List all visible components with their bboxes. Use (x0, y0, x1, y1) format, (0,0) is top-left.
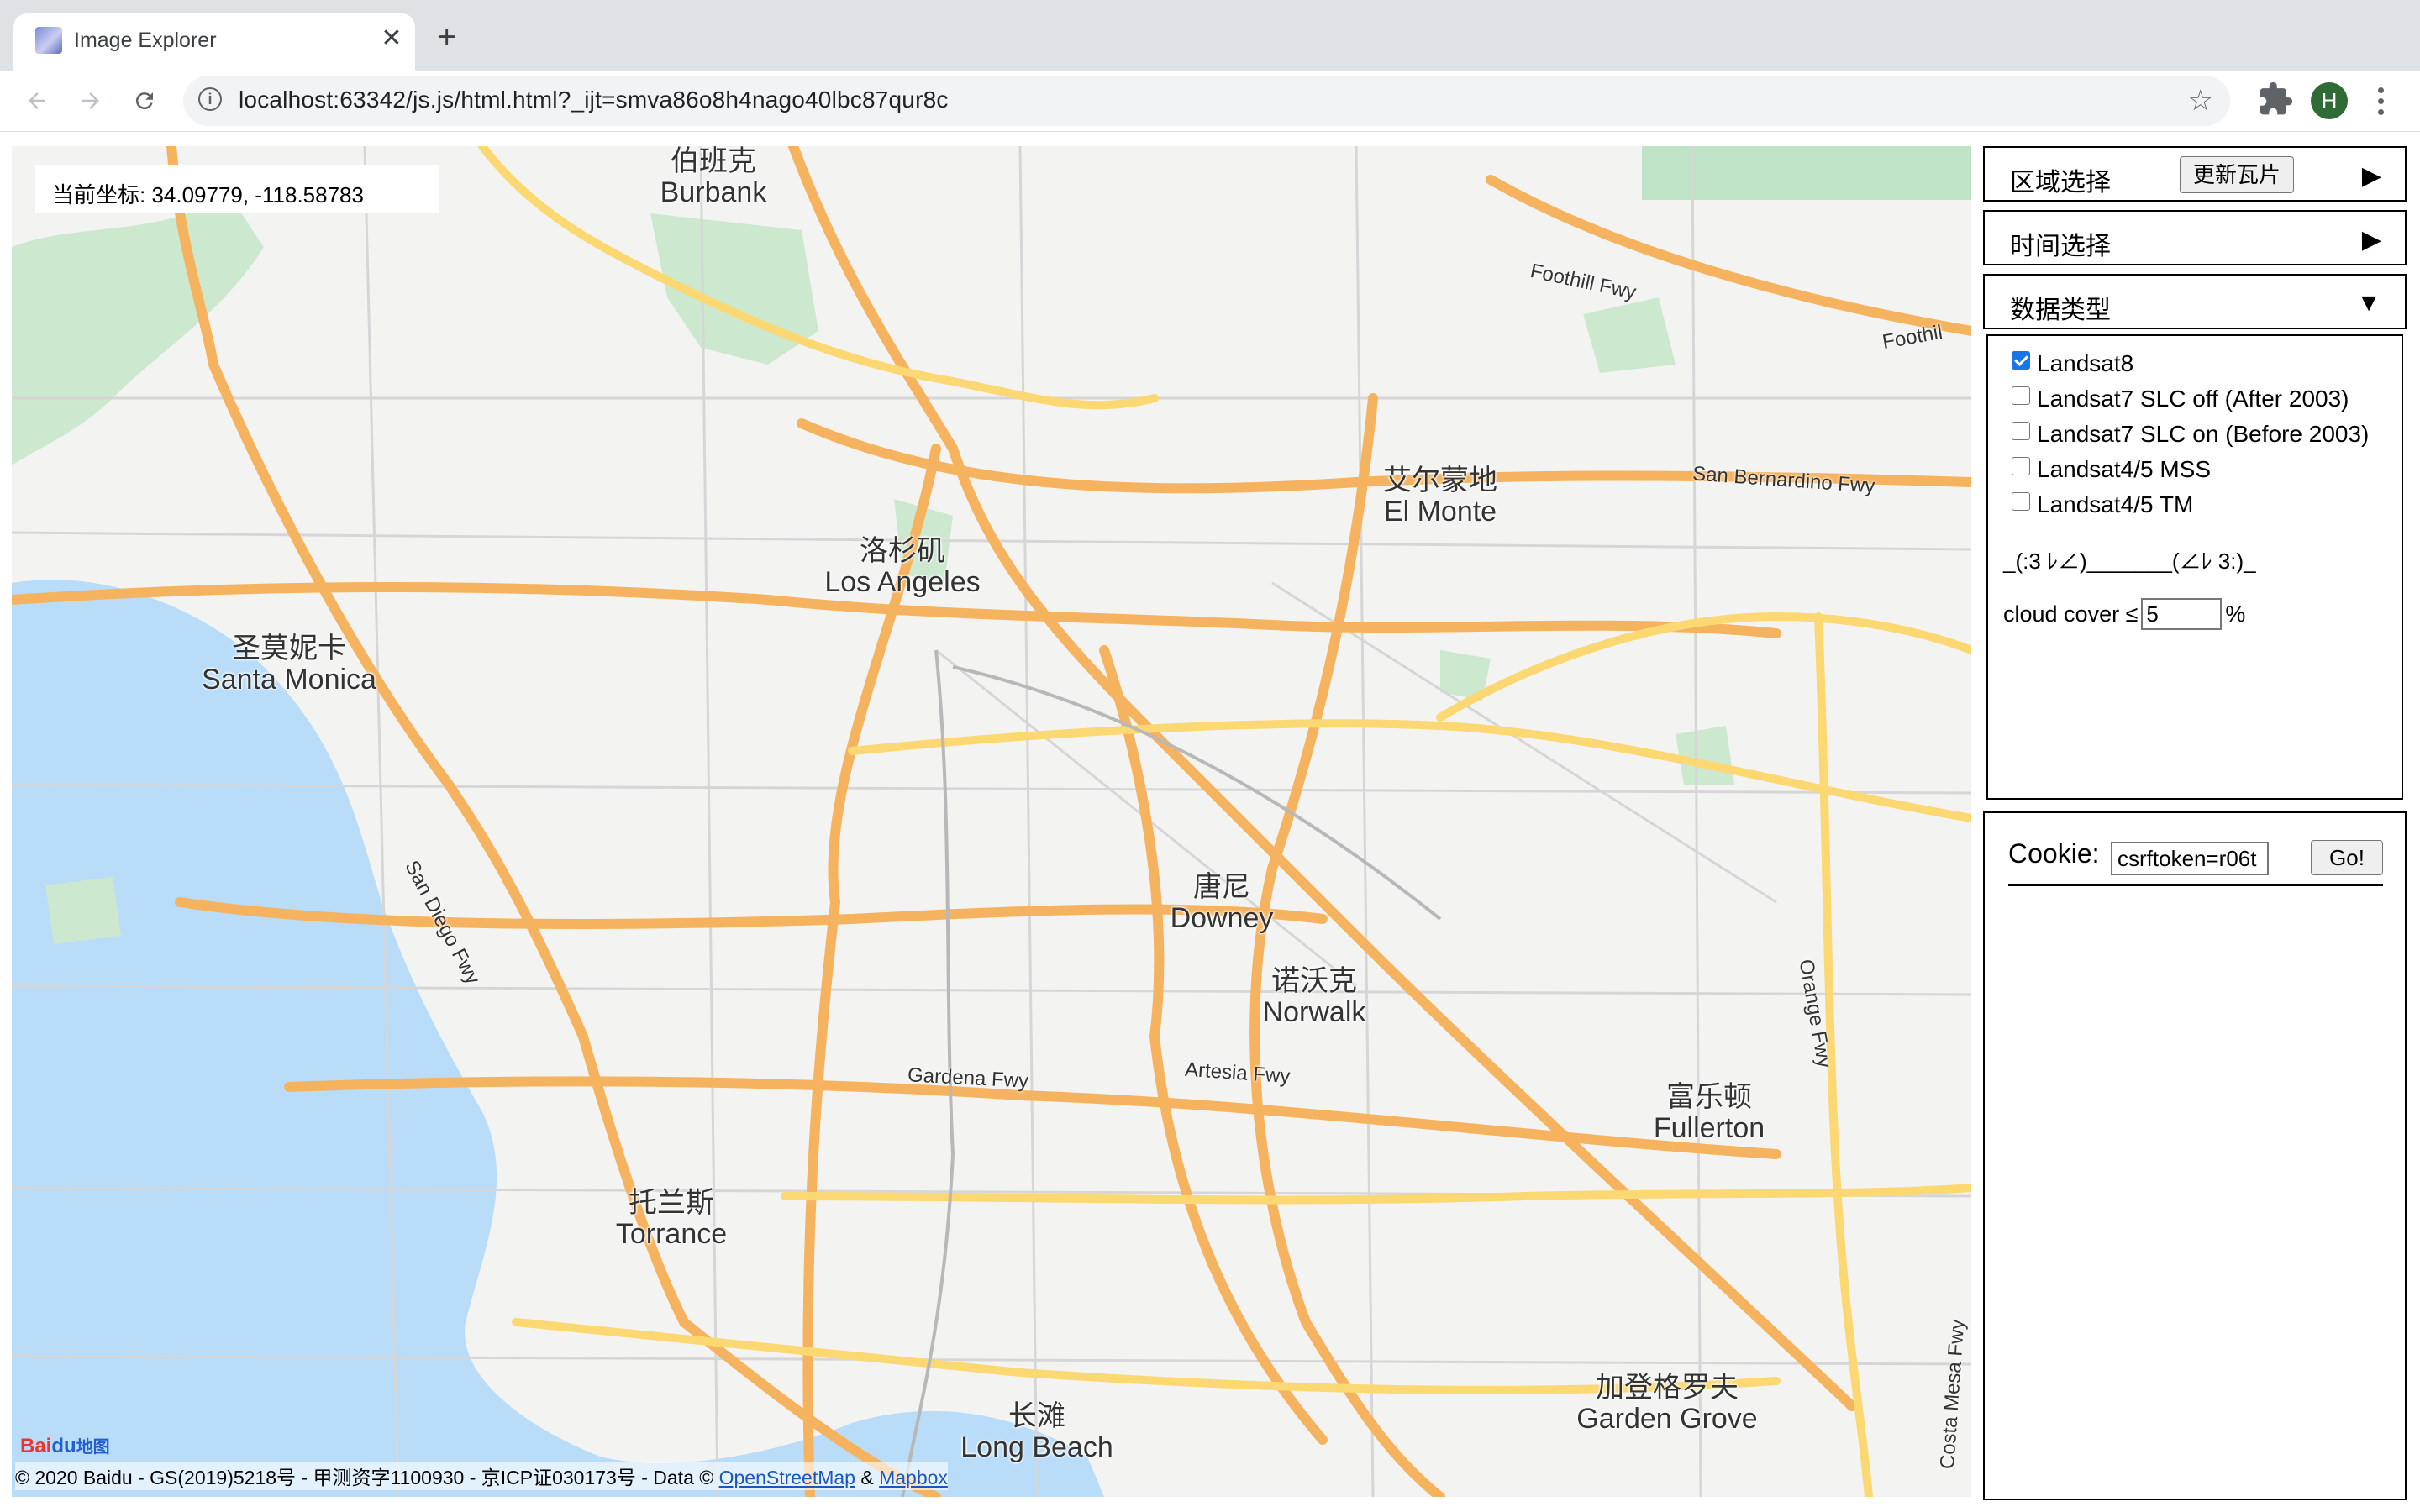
kaomoji-divider: _(:3 ﾚ∠)_______(∠ﾚ 3:)_ (2003, 549, 2256, 574)
info-icon[interactable]: i (198, 87, 222, 111)
data-type-title: 数据类型 (2010, 297, 2111, 324)
city-label-torrance: 托兰斯 Torrance (615, 1187, 728, 1251)
url-text[interactable]: localhost:63342/js.js/html.html?_ijt=smv… (239, 87, 949, 113)
browser-menu-icon[interactable] (2368, 81, 2393, 121)
go-button[interactable]: Go! (2311, 840, 2383, 875)
forward-arrow-icon (82, 92, 99, 109)
city-label-santa-monica: 圣莫妮卡 Santa Monica (202, 633, 376, 696)
update-tiles-button[interactable]: 更新瓦片 (2180, 156, 2294, 193)
attribution-text: © 2020 Baidu - GS(2019)5218号 - 甲测资字11009… (15, 1467, 714, 1488)
extensions-puzzle-icon[interactable] (2257, 81, 2294, 118)
city-label-downey: 唐尼 Downey (1170, 871, 1274, 935)
tab-title: Image Explorer (74, 29, 217, 52)
time-select-header[interactable]: 时间选择 ▶ (1983, 210, 2407, 265)
city-label-long-beach: 长滩 Long Beach (960, 1400, 1113, 1464)
city-label-garden-grove: 加登格罗夫 Garden Grove (1576, 1372, 1758, 1436)
checkbox-landsat7-slc-off[interactable] (2012, 386, 2030, 405)
option-landsat7-slc-on[interactable]: Landsat7 SLC on (Before 2003) (2012, 418, 2369, 450)
expand-arrow-icon[interactable]: ▶ (2362, 225, 2381, 255)
park-area (1676, 726, 1734, 785)
option-label: Landsat4/5 TM (2037, 491, 2194, 517)
time-select-title: 时间选择 (2010, 233, 2111, 260)
collapse-arrow-icon[interactable]: ▼ (2356, 289, 2381, 318)
park-area (1583, 297, 1676, 373)
cookie-divider (2008, 884, 2383, 886)
coordinate-text: 当前坐标: 34.09779, -118.58783 (52, 182, 364, 207)
city-label-fullerton: 富乐顿 Fullerton (1653, 1081, 1765, 1145)
map-view[interactable]: 当前坐标: 34.09779, -118.58783 伯班克 Burbank 艾尔… (12, 146, 1971, 1497)
openstreetmap-link[interactable]: OpenStreetMap (719, 1467, 855, 1488)
cookie-input[interactable]: csrftoken=r06t (2111, 842, 2269, 875)
region-select-title: 区域选择 (2010, 169, 2111, 197)
park-area (12, 197, 264, 465)
option-landsat7-slc-off[interactable]: Landsat7 SLC off (After 2003) (2012, 383, 2349, 415)
option-landsat45-tm[interactable]: Landsat4/5 TM (2012, 489, 2193, 521)
cloud-cover-row: cloud cover ≤ 5 % (2003, 598, 2245, 630)
tab-image-explorer[interactable]: Image Explorer ✕ (13, 13, 415, 71)
browser-toolbar: i localhost:63342/js.js/html.html?_ijt=s… (0, 71, 2420, 132)
cookie-panel: Cookie: csrftoken=r06t Go! (1983, 811, 2407, 1500)
back-arrow-icon (29, 92, 45, 109)
mapbox-link[interactable]: Mapbox (879, 1467, 948, 1488)
forward-button[interactable] (71, 81, 111, 121)
reload-button[interactable] (124, 81, 165, 121)
baidu-logo[interactable]: Baidu地图 (20, 1433, 110, 1458)
park-area (45, 877, 121, 944)
option-landsat45-mss[interactable]: Landsat4/5 MSS (2012, 454, 2211, 486)
city-label-el-monte: 艾尔蒙地 El Monte (1383, 465, 1497, 528)
option-label: Landsat8 (2037, 350, 2134, 376)
data-type-header[interactable]: 数据类型 ▼ (1983, 274, 2407, 329)
cloud-cover-unit: % (2225, 601, 2246, 627)
option-label: Landsat7 SLC off (After 2003) (2037, 386, 2349, 412)
region-select-header[interactable]: 区域选择 更新瓦片 ▶ (1983, 146, 2407, 202)
reload-icon (135, 92, 153, 110)
address-bar[interactable]: i localhost:63342/js.js/html.html?_ijt=s… (183, 76, 2230, 126)
option-label: Landsat7 SLC on (Before 2003) (2037, 421, 2370, 447)
tab-strip: Image Explorer ✕ + (0, 0, 2420, 71)
close-tab-icon[interactable]: ✕ (376, 24, 407, 54)
favicon-icon (35, 27, 62, 54)
checkbox-landsat45-tm[interactable] (2012, 492, 2030, 511)
new-tab-button[interactable]: + (437, 20, 456, 54)
cloud-cover-input[interactable]: 5 (2141, 598, 2223, 630)
option-landsat8[interactable]: Landsat8 (2012, 348, 2133, 380)
city-label-burbank: 伯班克 Burbank (660, 146, 767, 209)
map-attribution: © 2020 Baidu - GS(2019)5218号 - 甲测资字11009… (15, 1462, 948, 1490)
city-label-norwalk: 诺沃克 Norwalk (1262, 965, 1366, 1029)
checkbox-landsat8[interactable] (2012, 351, 2030, 370)
checkbox-landsat7-slc-on[interactable] (2012, 422, 2030, 440)
map-canvas[interactable] (12, 146, 1971, 1497)
profile-avatar[interactable]: H (2311, 82, 2348, 119)
expand-arrow-icon[interactable]: ▶ (2362, 161, 2381, 191)
cookie-label: Cookie: (2008, 838, 2100, 869)
city-label-los-angeles: 洛杉矶 Los Angeles (824, 535, 981, 599)
data-type-content: Landsat8 Landsat7 SLC off (After 2003) L… (1986, 334, 2403, 800)
cloud-cover-label: cloud cover ≤ (2003, 601, 2139, 627)
coordinate-readout: 当前坐标: 34.09779, -118.58783 (35, 165, 439, 213)
back-button[interactable] (17, 81, 57, 121)
checkbox-landsat45-mss[interactable] (2012, 457, 2030, 475)
attribution-ampersand: & (860, 1467, 874, 1488)
bookmark-star-icon[interactable]: ☆ (2188, 84, 2213, 118)
option-label: Landsat4/5 MSS (2037, 456, 2212, 482)
